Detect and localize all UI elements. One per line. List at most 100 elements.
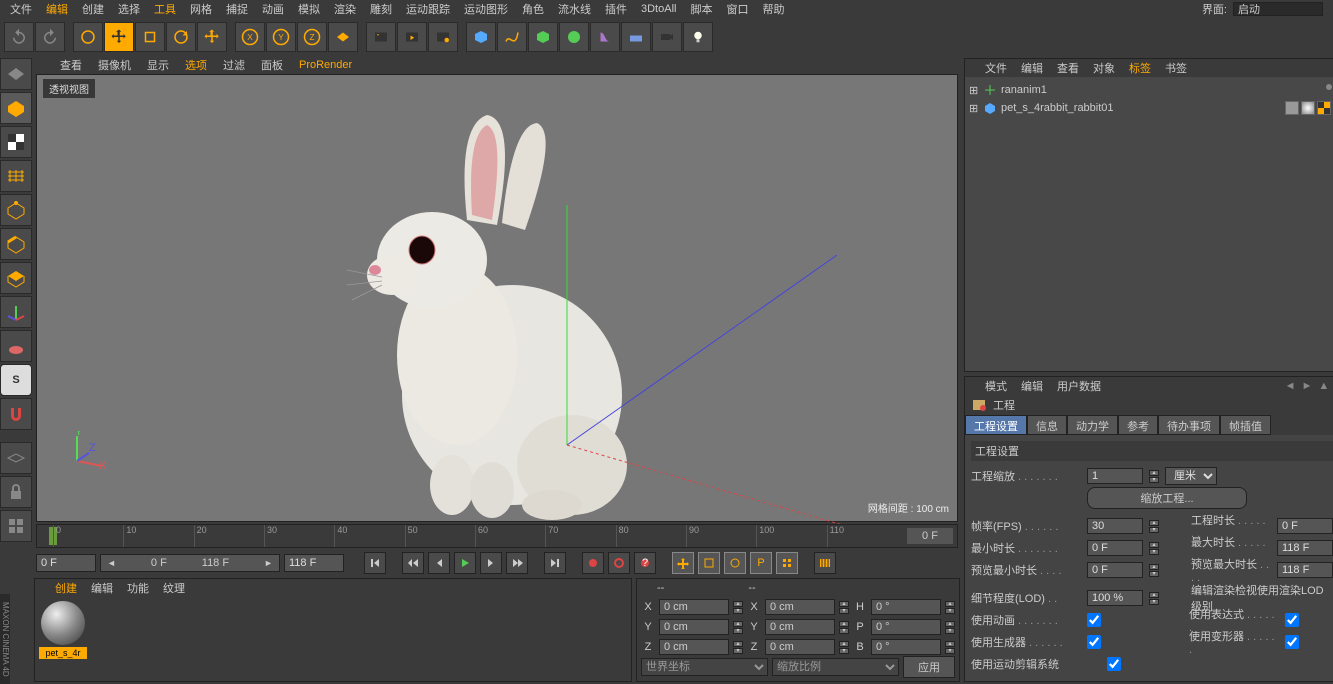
viewport-solo-btn[interactable] bbox=[0, 510, 32, 542]
texture-mode-btn[interactable] bbox=[0, 126, 32, 158]
light-btn[interactable] bbox=[683, 22, 713, 52]
pos-z-field[interactable] bbox=[659, 639, 729, 655]
timeline-dope-btn[interactable] bbox=[814, 552, 836, 574]
project-unit-select[interactable]: 厘米 bbox=[1165, 467, 1217, 485]
spline-btn[interactable] bbox=[497, 22, 527, 52]
preview-max-field[interactable] bbox=[1277, 562, 1333, 578]
pos-x-field[interactable] bbox=[659, 599, 729, 615]
rot-h-field[interactable] bbox=[871, 599, 941, 615]
menu-file[interactable]: 文件 bbox=[10, 1, 32, 17]
tab-dynamics[interactable]: 动力学 bbox=[1067, 415, 1118, 435]
use-gen-check[interactable] bbox=[1087, 635, 1101, 649]
menu-create[interactable]: 创建 bbox=[82, 1, 104, 17]
uvw-tag-icon[interactable] bbox=[1317, 101, 1331, 115]
tab-todo[interactable]: 待办事项 bbox=[1158, 415, 1220, 435]
obj-objects[interactable]: 对象 bbox=[1093, 60, 1115, 76]
make-editable-btn[interactable] bbox=[0, 58, 32, 90]
snap-toggle-btn[interactable]: S bbox=[0, 364, 32, 396]
attr-mode[interactable]: 模式 bbox=[985, 378, 1007, 394]
use-anim-check[interactable] bbox=[1087, 613, 1101, 627]
mat-create[interactable]: 创建 bbox=[55, 580, 77, 596]
key-param-btn[interactable]: P bbox=[750, 552, 772, 574]
tree-item-rananim[interactable]: ⊞ rananim1 ✓ bbox=[969, 81, 1333, 99]
coord-scale-select[interactable]: 缩放比例 bbox=[772, 658, 899, 676]
pos-y-field[interactable] bbox=[659, 619, 729, 635]
expand-icon[interactable]: ⊞ bbox=[969, 102, 979, 115]
prev-frame-btn[interactable] bbox=[428, 552, 450, 574]
tweak-btn[interactable] bbox=[0, 330, 32, 362]
goto-end-btn[interactable] bbox=[544, 552, 566, 574]
menu-sim[interactable]: 模拟 bbox=[298, 1, 320, 17]
menu-edit[interactable]: 编辑 bbox=[46, 1, 68, 17]
size-y-field[interactable] bbox=[765, 619, 835, 635]
preview-min-field[interactable] bbox=[1087, 562, 1143, 578]
vp-filter[interactable]: 过滤 bbox=[223, 57, 245, 73]
mat-tex[interactable]: 纹理 bbox=[163, 580, 185, 596]
rot-b-field[interactable] bbox=[871, 639, 941, 655]
workplane-btn[interactable] bbox=[0, 160, 32, 192]
mintime-field[interactable] bbox=[1087, 540, 1143, 556]
menu-tools[interactable]: 工具 bbox=[154, 1, 176, 17]
vp-view[interactable]: 查看 bbox=[60, 57, 82, 73]
key-pos-btn[interactable] bbox=[672, 552, 694, 574]
undo-btn[interactable] bbox=[4, 22, 34, 52]
workplane-snap-btn[interactable] bbox=[0, 442, 32, 474]
size-x-field[interactable] bbox=[765, 599, 835, 615]
axis-z-btn[interactable]: Z bbox=[297, 22, 327, 52]
menu-anim[interactable]: 动画 bbox=[262, 1, 284, 17]
mat-func[interactable]: 功能 bbox=[127, 580, 149, 596]
rotate-tool[interactable] bbox=[166, 22, 196, 52]
key-pla-btn[interactable] bbox=[776, 552, 798, 574]
timeline-ruler[interactable]: 0 10 20 30 40 50 60 70 80 90 100 110 0 F bbox=[36, 524, 958, 548]
lock-btn[interactable] bbox=[0, 476, 32, 508]
menu-help[interactable]: 帮助 bbox=[762, 1, 784, 17]
select-tool[interactable] bbox=[73, 22, 103, 52]
vp-prorender[interactable]: ProRender bbox=[299, 59, 352, 71]
use-expr-check[interactable] bbox=[1285, 613, 1299, 627]
point-mode-btn[interactable] bbox=[0, 194, 32, 226]
deformer-btn[interactable] bbox=[590, 22, 620, 52]
menu-snap[interactable]: 捕捉 bbox=[226, 1, 248, 17]
visibility-dot-icon[interactable] bbox=[1326, 84, 1332, 90]
coord-sys-btn[interactable] bbox=[328, 22, 358, 52]
material-name[interactable]: pet_s_4r bbox=[39, 647, 87, 659]
material-thumb[interactable]: pet_s_4r bbox=[39, 601, 87, 677]
menu-plugin[interactable]: 插件 bbox=[605, 1, 627, 17]
range-end-field[interactable] bbox=[284, 554, 344, 572]
use-def-check[interactable] bbox=[1285, 635, 1299, 649]
axis-y-btn[interactable]: Y bbox=[266, 22, 296, 52]
environment-btn[interactable] bbox=[621, 22, 651, 52]
move-tool[interactable] bbox=[104, 22, 134, 52]
menu-script[interactable]: 脚本 bbox=[690, 1, 712, 17]
cube-primitive-btn[interactable] bbox=[466, 22, 496, 52]
menu-mesh[interactable]: 网格 bbox=[190, 1, 212, 17]
project-scale-field[interactable] bbox=[1087, 468, 1143, 484]
camera-btn[interactable] bbox=[652, 22, 682, 52]
attr-edit[interactable]: 编辑 bbox=[1021, 378, 1043, 394]
size-z-field[interactable] bbox=[765, 639, 835, 655]
nav-back-icon[interactable]: ◄ bbox=[1285, 380, 1296, 393]
generator2-btn[interactable] bbox=[559, 22, 589, 52]
scale-project-btn[interactable]: 缩放工程... bbox=[1087, 487, 1247, 509]
axis-mode-btn[interactable] bbox=[0, 296, 32, 328]
menu-render[interactable]: 渲染 bbox=[334, 1, 356, 17]
generator-btn[interactable] bbox=[528, 22, 558, 52]
model-mode-btn[interactable] bbox=[0, 92, 32, 124]
tab-project[interactable]: 工程设置 bbox=[965, 415, 1027, 435]
key-scale-btn[interactable] bbox=[698, 552, 720, 574]
lastused-tool[interactable] bbox=[197, 22, 227, 52]
keyopts-btn[interactable]: ? bbox=[634, 552, 656, 574]
tab-info[interactable]: 信息 bbox=[1027, 415, 1067, 435]
menu-window[interactable]: 窗口 bbox=[726, 1, 748, 17]
redo-btn[interactable] bbox=[35, 22, 65, 52]
render-view-btn[interactable] bbox=[366, 22, 396, 52]
next-frame-btn[interactable] bbox=[480, 552, 502, 574]
autokey-btn[interactable] bbox=[608, 552, 630, 574]
menu-select[interactable]: 选择 bbox=[118, 1, 140, 17]
range-slider[interactable]: ◄ 0 F 118 F ► bbox=[100, 554, 280, 572]
menu-mograph[interactable]: 运动图形 bbox=[464, 1, 508, 17]
tab-interp[interactable]: 帧插值 bbox=[1220, 415, 1271, 435]
duration-field[interactable] bbox=[1277, 518, 1333, 534]
render-settings-btn[interactable] bbox=[428, 22, 458, 52]
axis-x-btn[interactable]: X bbox=[235, 22, 265, 52]
